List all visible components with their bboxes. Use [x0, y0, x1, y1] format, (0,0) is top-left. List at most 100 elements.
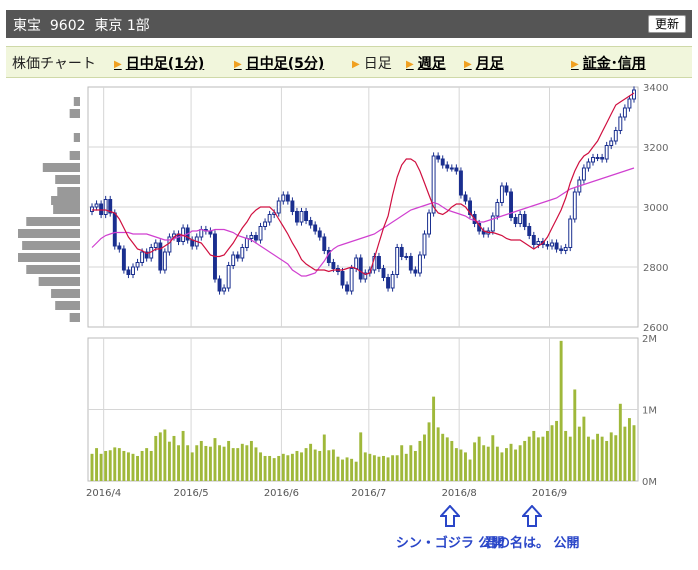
volume-bar — [600, 436, 604, 481]
candle-body — [413, 269, 418, 274]
volume-profile-bar — [73, 97, 80, 106]
volume-bar — [400, 445, 404, 481]
volume-bar — [240, 443, 244, 481]
candle-body — [513, 217, 518, 224]
volume-bar — [341, 459, 344, 481]
refresh-button[interactable]: 更新 — [647, 15, 686, 33]
candle-body — [600, 157, 605, 160]
price-tick-label: 3400 — [643, 83, 668, 94]
volume-bar — [354, 461, 358, 481]
candle-body — [349, 268, 354, 292]
candle-body — [285, 194, 290, 202]
volume-profile-bar — [18, 229, 80, 238]
volume-bar — [577, 426, 581, 481]
volume-bar — [218, 445, 221, 481]
candle-body — [427, 212, 432, 235]
volume-bar — [336, 456, 340, 481]
volume-bar — [518, 445, 522, 481]
month-tick-label: 2016/7 — [351, 488, 386, 499]
candle-body — [121, 248, 126, 271]
chart-period-tabs: 株価チャート ▶ 日中足(1分) ▶ 日中足(5分) ▶ 日足 ▶ 週足 ▶ 月足 ▶ 証金… — [6, 46, 692, 78]
volume-bar — [145, 448, 149, 481]
volume-bar — [368, 453, 372, 481]
volume-bar — [395, 455, 399, 481]
volume-bar — [536, 437, 540, 481]
up-arrow-icon — [521, 505, 542, 527]
volume-profile-bar — [51, 289, 80, 298]
candle-body — [99, 203, 104, 215]
volume-bar — [591, 439, 595, 481]
volume-bar — [564, 430, 568, 481]
volume-bar — [473, 442, 477, 481]
volume-bar — [254, 447, 258, 481]
volume-bar — [627, 418, 631, 481]
candle-body — [235, 254, 240, 259]
arrow-icon: ▶ — [352, 58, 360, 70]
candle-body — [131, 266, 135, 275]
tab-margin-credit[interactable]: ▶ 証金･信用 — [571, 53, 646, 73]
candle-body — [399, 247, 404, 257]
candle-body — [345, 284, 350, 292]
volume-bar — [445, 437, 449, 481]
candle-body — [563, 247, 568, 251]
candle-body — [331, 262, 336, 269]
volume-profile-bar — [42, 163, 80, 172]
candle-body — [449, 167, 454, 170]
volume-bar — [546, 430, 549, 481]
tab-intraday-1min[interactable]: ▶ 日中足(1分) — [114, 53, 204, 73]
volume-bar — [623, 426, 627, 481]
volume-bar — [331, 449, 335, 481]
volume-profile-bar — [51, 196, 80, 205]
volume-profile-bar — [73, 133, 80, 142]
volume-bar — [532, 430, 536, 481]
candle-body — [226, 265, 231, 289]
volume-bar — [126, 452, 130, 481]
volume-bar — [605, 440, 609, 481]
tab-intraday-5min[interactable]: ▶ 日中足(5分) — [234, 53, 324, 73]
month-tick-label: 2016/9 — [532, 488, 567, 499]
candle-body — [135, 262, 140, 268]
volume-bar — [482, 445, 486, 481]
volume-bar — [454, 448, 458, 481]
candle-body — [162, 251, 167, 271]
volume-bar — [404, 453, 408, 481]
candle-body — [554, 242, 559, 250]
volume-bar — [573, 389, 577, 481]
candle-body — [290, 200, 295, 212]
volume-bar — [295, 450, 299, 481]
candle-body — [595, 157, 600, 159]
volume-bar — [409, 445, 413, 481]
month-tick-label: 2016/4 — [86, 488, 121, 499]
volume-bar — [609, 432, 613, 481]
volume-bar — [527, 436, 531, 481]
candle-body — [94, 203, 99, 208]
candle-body — [622, 107, 627, 118]
tab-daily-label: 日足 — [363, 56, 392, 72]
volume-bar — [468, 459, 472, 481]
candle-body — [358, 257, 363, 280]
volume-bar — [236, 448, 240, 481]
volume-bar — [117, 448, 121, 481]
candle-body — [231, 254, 236, 266]
volume-bar — [377, 456, 381, 481]
volume-bar — [550, 425, 554, 481]
candle-body — [381, 268, 386, 278]
volume-bar — [104, 450, 108, 481]
candle-body — [308, 220, 313, 226]
volume-tick-label: 1M — [642, 406, 657, 417]
candle-body — [281, 194, 286, 202]
volume-bar — [541, 436, 545, 481]
volume-bar — [505, 448, 508, 481]
volume-bar — [131, 453, 135, 481]
candle-body — [572, 191, 577, 220]
candle-body — [618, 116, 623, 131]
volume-bar — [195, 445, 199, 481]
volume-bar — [586, 436, 590, 481]
volume-bar — [249, 440, 253, 481]
tab-weekly[interactable]: ▶ 週足 — [406, 53, 446, 73]
volume-profile-bar — [22, 241, 81, 250]
candle-body — [627, 98, 632, 109]
tab-monthly[interactable]: ▶ 月足 — [464, 53, 504, 73]
volume-bar — [582, 416, 586, 481]
candle-body — [454, 167, 459, 172]
